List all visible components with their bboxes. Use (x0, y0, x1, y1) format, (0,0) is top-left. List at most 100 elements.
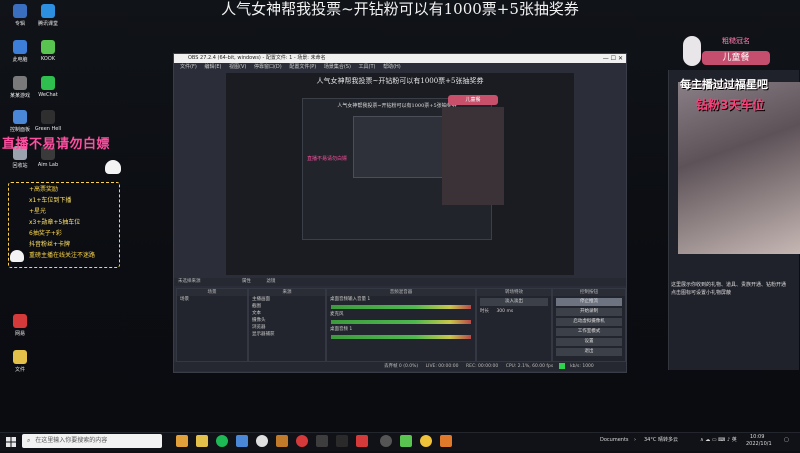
tray-icons[interactable]: ∧ ☁ ▭ ⌨ ♪ 英 (700, 437, 737, 444)
taskbar-app-icon[interactable] (236, 435, 248, 447)
windows-start-icon[interactable] (4, 434, 18, 448)
gift-line: x3+勋章+5抽车位 (29, 219, 81, 226)
desktop-icon[interactable]: 网易 (2, 314, 38, 337)
anime-avatar (683, 36, 701, 66)
menu-help[interactable]: 帮助(H) (383, 64, 401, 70)
source-item[interactable]: 显示器捕获 (249, 331, 325, 338)
menu-file[interactable]: 文件(F) (180, 64, 197, 70)
app-icon (41, 76, 55, 90)
ghost-sticker (10, 250, 24, 262)
scene-item[interactable]: 场景 (177, 296, 247, 303)
streamer-name: 儿童餐 (702, 51, 770, 65)
app-icon (13, 76, 27, 90)
volume-meter[interactable] (331, 305, 471, 309)
obs-preview[interactable]: 人气女神帮我投票~开钻粉可以有1000票+5张抽奖券 人气女神帮我投票~开钻粉可… (226, 73, 574, 275)
gift-line: x1+车位到下播 (29, 197, 72, 204)
taskbar-app-icon[interactable] (420, 435, 432, 447)
taskbar-app-icon[interactable] (276, 435, 288, 447)
settings-button[interactable]: 设置 (556, 338, 622, 346)
desktop-icon[interactable]: 文件 (2, 350, 38, 373)
desktop-icon[interactable]: KOOK (30, 40, 66, 62)
nested-pink-text: 直播不易请勿白嫖 (307, 156, 348, 162)
spotify-icon[interactable] (216, 435, 228, 447)
rec-timer: REC: 00:00:00 (465, 364, 499, 369)
kook-taskbar-icon[interactable] (400, 435, 412, 447)
stop-streaming-button[interactable]: 停止推流 (556, 298, 622, 306)
obs-menubar: 文件(F) 编辑(E) 视图(V) 停靠窗口(D) 配置文件(P) 场景集合(S… (174, 63, 626, 71)
duration-row: 时长 300 ms (477, 308, 551, 315)
clock-date[interactable]: 2022/10/1 (746, 441, 772, 448)
app-icon (41, 40, 55, 54)
source-item[interactable]: 截图 (249, 303, 325, 310)
source-item[interactable]: 主播画面 (249, 296, 325, 303)
name-tag-label: 粗糙冠名 (722, 37, 750, 45)
start-recording-button[interactable]: 开始录制 (556, 308, 622, 316)
transition-select[interactable]: 淡入淡出 (480, 298, 548, 306)
overlay-line-1: 每主播过过福星吧 (680, 78, 768, 91)
obs-taskbar-icon[interactable] (380, 435, 392, 447)
clock-time[interactable]: 10:09 (750, 434, 764, 441)
system-tray: Documents › 34°C 晴转多云 ∧ ☁ ▭ ⌨ ♪ 英 10:09 … (600, 434, 796, 448)
source-item[interactable]: 浏览器 (249, 324, 325, 331)
source-item[interactable]: 文本 (249, 310, 325, 317)
filters-button[interactable]: 滤镜 (266, 279, 275, 284)
menu-tools[interactable]: 工具(T) (359, 64, 376, 70)
live-timer: LIVE: 00:00:00 (425, 364, 459, 369)
nested-inner-preview (353, 116, 447, 178)
taskbar-app-icon[interactable] (296, 435, 308, 447)
gift-line: 6抽奖子+彩 (29, 230, 62, 237)
sources-dock: 来源 主播画面 截图 文本 摄像头 浏览器 显示器捕获 (248, 288, 326, 362)
menu-view[interactable]: 视图(V) (229, 64, 246, 70)
source-item[interactable]: 摄像头 (249, 317, 325, 324)
desktop-icon[interactable]: Green Hell (30, 110, 66, 132)
sources-title: 来源 (249, 289, 325, 296)
chrome-icon[interactable] (256, 435, 268, 447)
weather-icon (634, 434, 640, 440)
taskbar-app-icon[interactable] (356, 435, 368, 447)
weather-text[interactable]: 34°C 晴转多云 (644, 437, 678, 444)
volume-meter[interactable] (331, 320, 471, 324)
obs-statusbar: 丢弃帧 0 (0.0%) LIVE: 00:00:00 REC: 00:00:0… (174, 362, 626, 371)
search-icon: ⌕ (27, 437, 31, 444)
source-toolbar: 未选择来源 属性 滤镜 (174, 278, 626, 286)
volume-meter[interactable] (331, 335, 471, 339)
taskbar-app-icon[interactable] (176, 435, 188, 447)
app-icon (41, 110, 55, 124)
menu-scene-collection[interactable]: 场景集合(S) (324, 64, 351, 70)
duration-input[interactable]: 300 ms (496, 309, 513, 314)
taskbar-app-icon[interactable] (316, 435, 328, 447)
exit-button[interactable]: 退出 (556, 348, 622, 356)
menu-edit[interactable]: 编辑(E) (204, 64, 221, 70)
mixer-title: 音频混音器 (327, 289, 475, 296)
folder-icon (13, 350, 27, 364)
file-explorer-icon[interactable] (196, 435, 208, 447)
overlay-line-2: 钻粉3天车位 (696, 98, 765, 112)
desktop-icon[interactable]: WeChat (30, 76, 66, 98)
audio-mixer-dock: 音频混音器 桌面音频输入音量 1 麦克风 桌面音频 1 (326, 288, 476, 362)
desktop-icon[interactable]: 腾讯课堂 (30, 4, 66, 27)
menu-profile[interactable]: 配置文件(P) (289, 64, 316, 70)
mixer-channel-label: 麦克风 (330, 312, 344, 317)
no-source-label: 未选择来源 (178, 279, 201, 284)
cpu-fps: CPU: 2.1%, 60.00 fps (505, 364, 554, 369)
window-controls-icon[interactable]: — ☐ ✕ (603, 54, 623, 63)
taskbar-search[interactable]: ⌕ 在这里输入你要搜索的内容 (22, 434, 162, 448)
obs-titlebar[interactable]: OBS 27.2.4 (64-bit, windows) - 配置文件: 1 -… (174, 54, 626, 63)
chat-notice-line: 点击图标可设置小礼物屏蔽 (671, 290, 732, 296)
mixer-channel-label: 桌面音频输入音量 1 (330, 297, 371, 302)
gift-line: 抖音粉丝+卡牌 (29, 241, 71, 248)
scenes-dock: 场景 场景 (176, 288, 248, 362)
studio-mode-button[interactable]: 工作室模式 (556, 328, 622, 336)
app-icon (13, 40, 27, 54)
properties-button[interactable]: 属性 (242, 279, 251, 284)
taskbar-app-icon[interactable] (440, 435, 452, 447)
gift-line: +星光 (29, 208, 47, 215)
gift-list-overlay: +高票奖励 x1+车位到下播 +星光 x3+勋章+5抽车位 6抽奖子+彩 抖音粉… (8, 182, 120, 268)
notification-icon[interactable]: ▢ (784, 437, 789, 444)
taskbar-app-icon[interactable] (336, 435, 348, 447)
virtual-camera-button[interactable]: 启动虚拟摄像机 (556, 318, 622, 326)
menu-docks[interactable]: 停靠窗口(D) (254, 64, 282, 70)
preview-banner-text: 人气女神帮我投票~开钻粉可以有1000票+5张抽奖券 (316, 77, 484, 85)
gift-line: 重磅主播在线关注不迷路 (29, 252, 96, 259)
documents-label[interactable]: Documents (600, 437, 629, 444)
